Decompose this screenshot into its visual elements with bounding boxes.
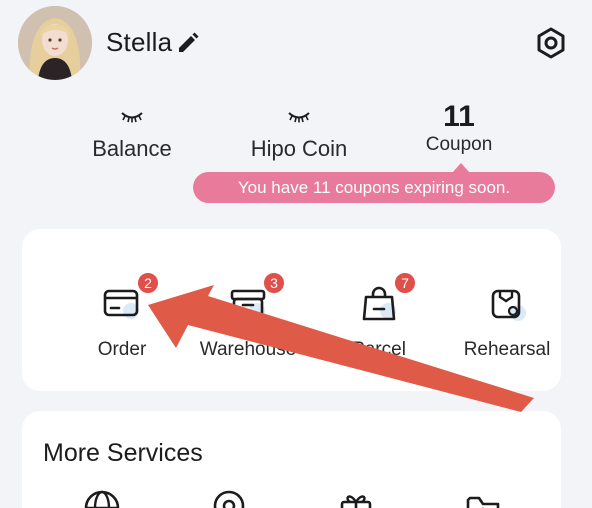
rehearsal-label: Rehearsal — [463, 339, 551, 360]
more-services-card: More Services — [22, 411, 561, 508]
orders-card: 2 Order 3 Warehouse 7 Parcel Rehearsal — [22, 229, 561, 391]
folder-icon[interactable] — [463, 488, 503, 508]
closed-eye-icon[interactable] — [286, 110, 312, 124]
coupon-count: 11 — [443, 100, 475, 133]
coupon-expiry-tooltip[interactable]: You have 11 coupons expiring soon. — [193, 172, 555, 203]
order-badge: 2 — [136, 271, 160, 295]
more-services-title: More Services — [43, 439, 203, 467]
hipo-coin-stat[interactable]: Hipo Coin — [229, 100, 369, 162]
hexagon-gear-icon[interactable] — [532, 24, 570, 62]
username[interactable]: Stella — [106, 27, 172, 58]
avatar-image — [18, 6, 92, 80]
balance-stat[interactable]: Balance — [62, 100, 202, 162]
package-check-icon — [491, 289, 526, 321]
coupon-stat[interactable]: 11 Coupon — [389, 100, 529, 156]
order-item-warehouse[interactable]: 3 Warehouse — [188, 271, 308, 361]
parcel-badge: 7 — [393, 271, 417, 295]
gift-icon[interactable] — [336, 488, 376, 508]
order-label: Order — [97, 339, 147, 360]
warehouse-label: Warehouse — [199, 339, 297, 360]
globe-icon[interactable] — [82, 488, 122, 508]
parcel-label: Parcel — [352, 339, 406, 360]
order-item-rehearsal[interactable]: Rehearsal — [447, 283, 567, 361]
coupon-label: Coupon — [425, 134, 493, 155]
closed-eye-icon[interactable] — [119, 110, 145, 124]
location-icon[interactable] — [209, 488, 249, 508]
balance-label: Balance — [92, 136, 172, 161]
order-item-order[interactable]: 2 Order — [62, 271, 182, 361]
order-item-parcel[interactable]: 7 Parcel — [319, 271, 439, 361]
pencil-icon[interactable] — [176, 31, 200, 55]
hipo-coin-label: Hipo Coin — [250, 136, 348, 161]
avatar[interactable] — [18, 6, 92, 80]
warehouse-badge: 3 — [262, 271, 286, 295]
